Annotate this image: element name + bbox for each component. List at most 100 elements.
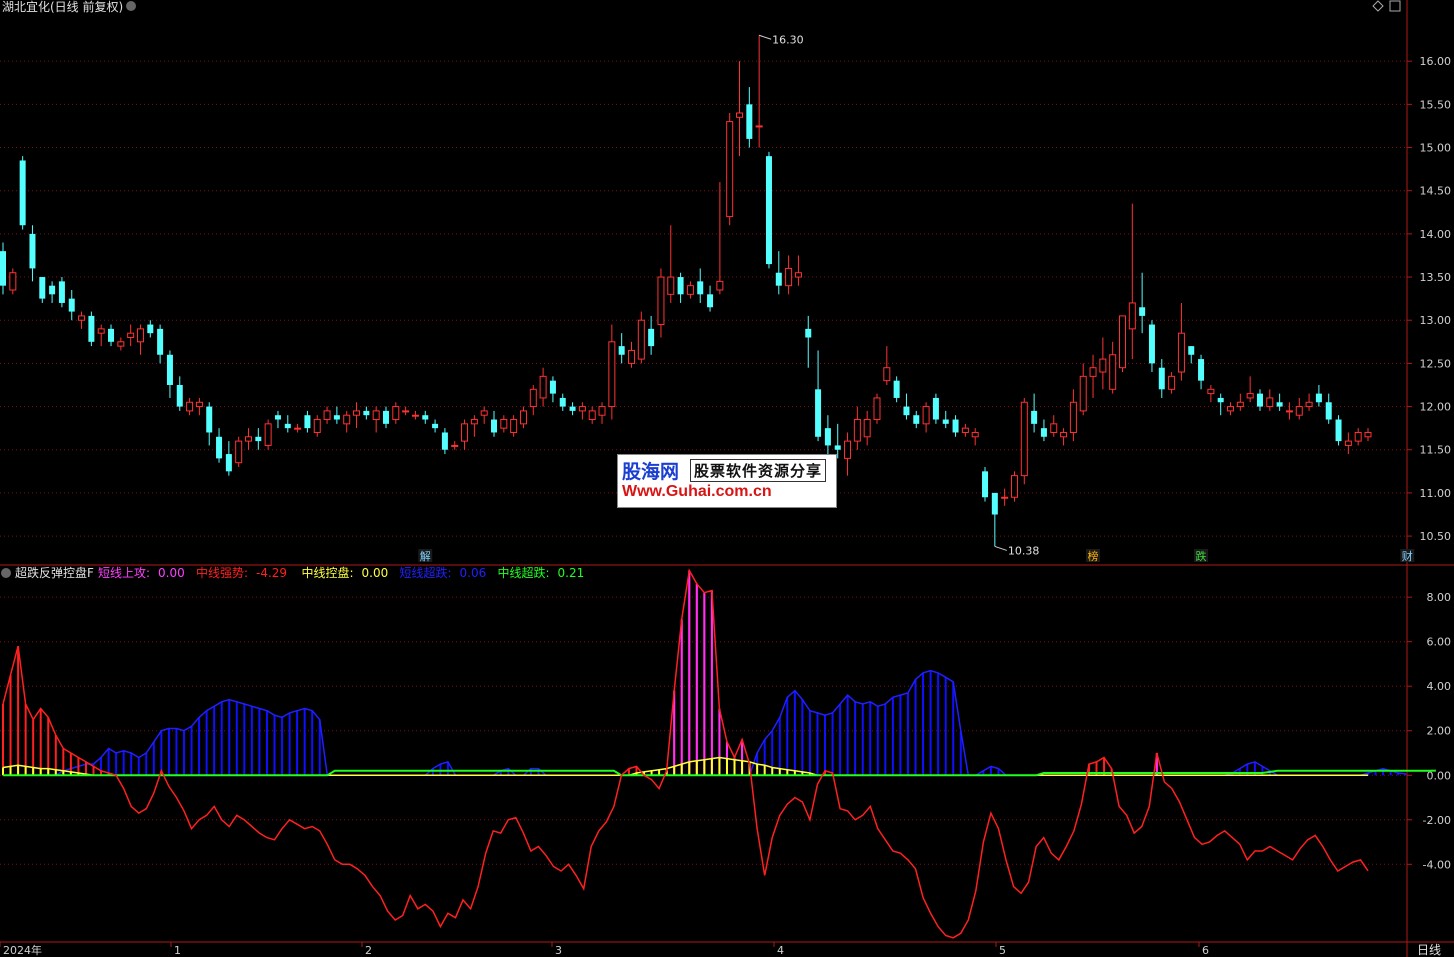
price-annotation-pointer: [758, 34, 772, 40]
candle-body: [805, 328, 812, 338]
candle-body: [127, 332, 135, 338]
candle-body: [235, 440, 243, 464]
price-tick-label: 12.00: [1420, 401, 1452, 414]
candle-body: [451, 444, 459, 447]
price-tick-label: 16.00: [1420, 55, 1452, 68]
candle-body: [785, 267, 793, 287]
candle-body: [49, 285, 56, 295]
candle-body: [1079, 375, 1087, 412]
price-tick-label: 14.50: [1420, 185, 1452, 198]
candle-body: [1148, 324, 1155, 364]
candle-body: [1069, 401, 1077, 433]
candle-body: [991, 492, 998, 515]
candle-body: [382, 410, 389, 424]
watermark: 股海网 股票软件资源分享 Www.Guhai.com.cn: [617, 454, 837, 508]
candle-body: [58, 281, 65, 303]
time-tick-label: 1: [174, 944, 181, 957]
candle-body: [284, 423, 291, 429]
candle-body: [9, 272, 17, 291]
candle-body: [186, 401, 194, 412]
indicator-tick-label: 6.00: [1427, 636, 1452, 649]
diamond-icon[interactable]: [1372, 0, 1384, 12]
candle-body: [971, 431, 979, 438]
candle-body: [500, 419, 508, 429]
candle-body: [39, 277, 46, 299]
candle-body: [657, 276, 665, 326]
candle-body: [794, 272, 802, 278]
indicator-dropdown-icon[interactable]: [1, 568, 11, 578]
price-tick-label: 10.50: [1420, 530, 1452, 543]
candle-body: [1001, 496, 1009, 499]
candle-body: [432, 423, 439, 429]
candle-body: [1354, 431, 1362, 442]
indicator-legend-label: 中线超跌:: [498, 565, 550, 580]
event-marker-3: 财: [1402, 549, 1413, 563]
candle-body: [648, 328, 655, 347]
indicator-legend-label: 中线强势:: [196, 565, 248, 580]
candle-body: [1010, 475, 1018, 498]
candle-body: [1188, 346, 1195, 355]
candle-body: [716, 280, 724, 291]
price-tick-label: 13.50: [1420, 271, 1452, 284]
candle-body: [736, 112, 744, 118]
candle-body: [932, 397, 939, 420]
candle-body: [157, 328, 164, 355]
candle-body: [29, 233, 36, 269]
event-marker-2: 跌: [1196, 549, 1207, 563]
candle-body: [441, 432, 448, 450]
time-tick-label: 6: [1202, 944, 1209, 957]
price-tick-label: 11.00: [1420, 487, 1452, 500]
candle-body: [569, 406, 576, 411]
candle-body: [1227, 406, 1235, 412]
candle-body: [608, 341, 616, 408]
candle-body: [333, 415, 340, 420]
candle-body: [1315, 393, 1322, 403]
candle-body: [677, 277, 684, 295]
candle-body: [402, 410, 410, 413]
candle-body: [206, 406, 213, 433]
candle-body: [1040, 428, 1047, 437]
title-dropdown-icon[interactable]: [126, 1, 136, 11]
price-annotation-label: 10.38: [1008, 544, 1039, 557]
watermark-logo-text: 股海网: [622, 462, 680, 483]
indicator-tick-label: -4.00: [1423, 858, 1451, 871]
candle-body: [844, 440, 852, 459]
candle-body: [824, 428, 831, 446]
event-marker-1: 榜: [1088, 549, 1099, 563]
chart-window: 16.00 15.50 15.00 14.50 14.00 13.50 13.00 12.50…: [0, 0, 1454, 957]
candle-body: [176, 384, 183, 407]
candle-body: [245, 436, 253, 442]
price-annotation-pointer: [994, 545, 1007, 551]
time-tick-label: 5: [999, 944, 1006, 957]
indicator-legend-value: 0.21: [558, 566, 585, 580]
candle-body: [166, 354, 173, 385]
candle-body: [873, 397, 881, 421]
candle-body: [294, 427, 302, 430]
candle-body: [470, 419, 478, 425]
watermark-url: Www.Guhai.com.cn: [622, 483, 772, 500]
candle-body: [372, 410, 380, 421]
candle-body: [78, 315, 86, 321]
price-tick-label: 11.50: [1420, 444, 1452, 457]
time-tick-label: 2024年: [3, 943, 42, 957]
maximize-icon[interactable]: [1389, 0, 1401, 12]
candle-body: [343, 414, 351, 425]
candle-body: [815, 389, 822, 437]
candle-body: [952, 419, 959, 433]
candle-body: [392, 406, 400, 421]
candle-body: [863, 419, 871, 438]
candle-body: [1158, 367, 1165, 390]
indicator-legend-value: 0.06: [460, 566, 487, 580]
time-tick-label: 4: [777, 944, 784, 957]
candle-body: [264, 423, 272, 446]
indicator-legend-label: 中线控盘:: [302, 565, 354, 580]
candle-body: [195, 401, 203, 408]
indicator-tick-label: -2.00: [1423, 814, 1451, 827]
candle-body: [1168, 375, 1176, 390]
event-marker-0: 解: [420, 549, 431, 563]
candle-body: [1335, 419, 1342, 442]
candle-body: [903, 406, 910, 416]
candle-body: [491, 419, 498, 433]
candle-body: [108, 328, 115, 342]
indicator-legend-value: 0.00: [362, 566, 389, 580]
